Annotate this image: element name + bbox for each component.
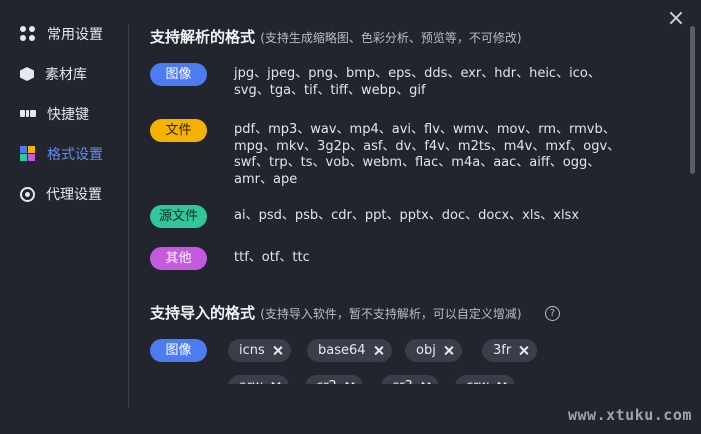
import-title-note: (支持导入软件，暂不支持解析，可以自定义增减) (260, 307, 522, 321)
sidebar-item-shortcuts[interactable]: 快捷键 (0, 94, 128, 134)
remove-tag-icon[interactable] (496, 381, 507, 384)
vertical-scrollbar[interactable] (690, 26, 696, 396)
tag-label: 3fr (493, 343, 512, 358)
import-group-image: 图像 icns base64 obj 3fr (150, 339, 670, 384)
import-image-badge: 图像 (150, 339, 207, 362)
sidebar-item-label: 快捷键 (47, 107, 89, 123)
source-format-list: ai、psd、psb、cdr、ppt、pptx、doc、docx、xls、xls… (234, 208, 580, 223)
remove-tag-icon[interactable] (518, 345, 529, 356)
sidebar-item-format[interactable]: 格式设置 (0, 134, 128, 174)
remove-tag-icon[interactable] (344, 381, 355, 384)
tag-label: obj (416, 343, 436, 358)
image-format-list: jpg、jpeg、png、bmp、eps、dds、exr、hdr、heic、ic… (234, 66, 601, 98)
format-tag: icns (228, 339, 291, 362)
format-content[interactable]: 支持解析的格式 (支持生成缩略图、色彩分析、预览等，不可修改) 图像 jpg、j… (150, 0, 680, 384)
format-tag: cr3 (381, 375, 439, 384)
sidebar-item-general[interactable]: 常用设置 (0, 14, 128, 54)
import-section-title: 支持导入的格式 (支持导入软件，暂不支持解析，可以自定义增减) ? (150, 302, 560, 323)
source-category-badge: 源文件 (150, 205, 207, 228)
other-category-badge: 其他 (150, 247, 207, 270)
sidebar-item-label: 格式设置 (47, 147, 103, 163)
sidebar-item-label: 素材库 (45, 67, 87, 83)
format-tag: base64 (307, 339, 392, 362)
settings-sidebar: 常用设置 素材库 快捷键 格式设置 代理设置 (0, 14, 128, 214)
format-tiles-icon (20, 146, 36, 162)
tag-label: base64 (318, 343, 366, 358)
remove-tag-icon[interactable] (272, 345, 283, 356)
sidebar-item-label: 代理设置 (46, 187, 102, 203)
format-tag: crw (455, 375, 516, 384)
tag-label: arw (239, 379, 263, 384)
keyboard-icon (20, 106, 36, 122)
sidebar-item-proxy[interactable]: 代理设置 (0, 174, 128, 214)
tag-label: icns (239, 343, 265, 358)
help-icon[interactable]: ? (544, 306, 560, 321)
format-tag: arw (228, 375, 289, 384)
sidebar-divider (128, 24, 129, 408)
remove-tag-icon[interactable] (270, 381, 281, 384)
parse-section-title: 支持解析的格式 (支持生成缩略图、色彩分析、预览等，不可修改) (150, 26, 522, 47)
parse-title-note: (支持生成缩略图、色彩分析、预览等，不可修改) (260, 31, 522, 45)
file-format-list: pdf、mp3、wav、mp4、avi、flv、wmv、mov、rm、rmvb、… (234, 122, 621, 187)
file-category-badge: 文件 (150, 119, 207, 142)
format-settings-window: 常用设置 素材库 快捷键 格式设置 代理设置 支持解析的格式 (支持生成缩略图、… (0, 0, 701, 434)
format-tag: obj (405, 339, 462, 362)
scrollbar-thumb[interactable] (690, 26, 695, 174)
watermark: www.xtuku.com (568, 406, 692, 424)
tag-label: crw (466, 379, 489, 384)
remove-tag-icon[interactable] (373, 345, 384, 356)
cube-icon (20, 67, 34, 81)
format-tag: cr2 (305, 375, 363, 384)
sidebar-item-label: 常用设置 (47, 27, 103, 43)
import-title-text: 支持导入的格式 (150, 304, 256, 322)
tag-label: cr2 (316, 379, 337, 384)
other-format-list: ttf、otf、ttc (234, 250, 310, 265)
tag-label: cr3 (392, 379, 413, 384)
format-tag: 3fr (482, 339, 538, 362)
proxy-ring-icon (20, 186, 35, 202)
sidebar-item-library[interactable]: 素材库 (0, 54, 128, 94)
parse-title-text: 支持解析的格式 (150, 28, 256, 46)
grid-dots-icon (20, 26, 36, 42)
remove-tag-icon[interactable] (443, 345, 454, 356)
image-category-badge: 图像 (150, 63, 207, 86)
remove-tag-icon[interactable] (420, 381, 431, 384)
